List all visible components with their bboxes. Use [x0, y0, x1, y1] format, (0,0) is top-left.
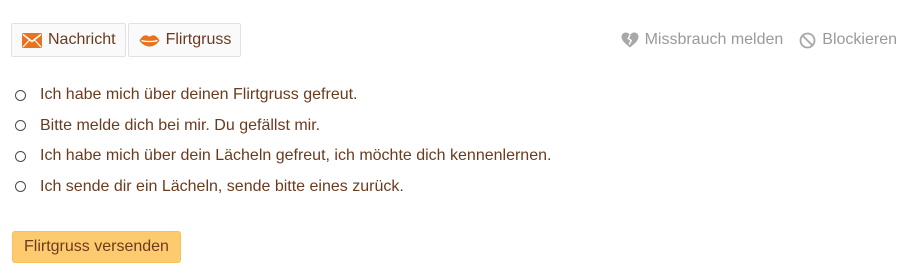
flirt-message-options: Ich habe mich über deinen Flirtgruss gef…: [15, 80, 551, 202]
option-radio[interactable]: [15, 89, 26, 101]
block-label: Blockieren: [822, 31, 897, 48]
lips-icon: [139, 34, 160, 47]
option-radio[interactable]: [15, 120, 26, 132]
option-label: Bitte melde dich bei mir. Du gefällst mi…: [40, 116, 321, 134]
message-button-label: Nachricht: [48, 31, 116, 48]
option-item[interactable]: Ich habe mich über dein Lächeln gefreut,…: [15, 141, 551, 172]
option-label: Ich sende dir ein Lächeln, sende bitte e…: [40, 177, 404, 195]
option-radio[interactable]: [15, 150, 26, 162]
send-flirt-button[interactable]: Flirtgruss versenden: [12, 231, 181, 263]
block-icon: [799, 32, 816, 49]
report-abuse-link[interactable]: Missbrauch melden: [621, 31, 784, 49]
option-label: Ich habe mich über dein Lächeln gefreut,…: [40, 147, 552, 165]
flirt-button[interactable]: Flirtgruss: [127, 23, 242, 57]
option-radio[interactable]: [15, 181, 26, 193]
report-abuse-label: Missbrauch melden: [644, 31, 784, 48]
block-link[interactable]: Blockieren: [799, 31, 897, 49]
flirt-button-label: Flirtgruss: [165, 31, 232, 48]
option-label: Ich habe mich über deinen Flirtgruss gef…: [40, 86, 358, 104]
envelope-icon: [22, 32, 42, 48]
message-button[interactable]: Nachricht: [11, 23, 126, 57]
broken-heart-icon: [621, 32, 639, 48]
option-item[interactable]: Ich habe mich über deinen Flirtgruss gef…: [15, 80, 551, 111]
option-item[interactable]: Ich sende dir ein Lächeln, sende bitte e…: [15, 172, 551, 203]
option-item[interactable]: Bitte melde dich bei mir. Du gefällst mi…: [15, 111, 551, 142]
profile-actions: Missbrauch melden Blockieren: [621, 31, 897, 49]
contact-toolbar: Nachricht Flirtgruss: [11, 23, 242, 57]
